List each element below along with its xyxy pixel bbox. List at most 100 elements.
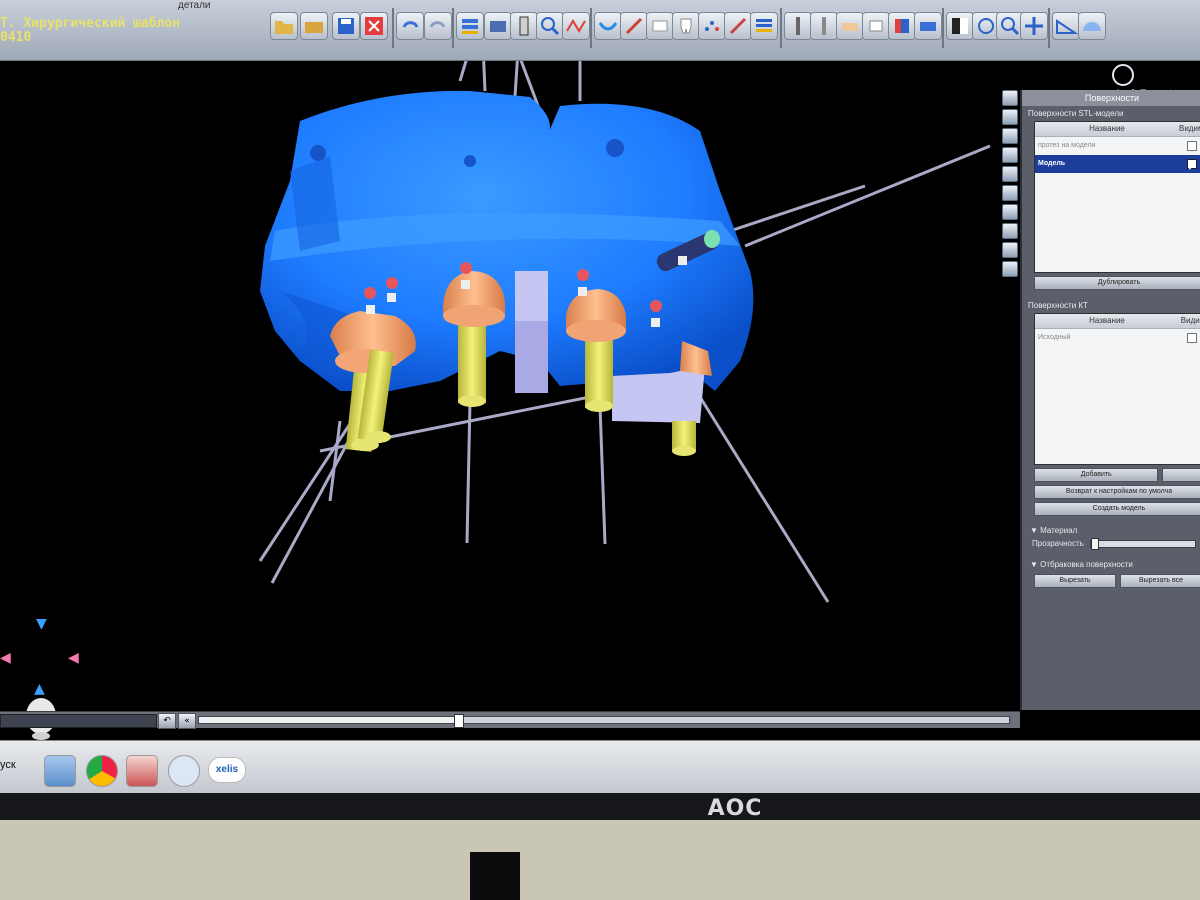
toolbar-separator — [942, 8, 944, 48]
stl-row-prosthesis[interactable]: протез на модели — [1035, 137, 1200, 155]
side-tool-5-icon[interactable] — [1002, 166, 1018, 182]
side-tool-4-icon[interactable] — [1002, 147, 1018, 163]
scene-svg — [258, 20, 991, 603]
stl-row-model[interactable]: Модель ✓ — [1035, 155, 1200, 173]
undo-view-icon[interactable]: ↶ — [158, 713, 176, 729]
remove-button[interactable] — [1162, 468, 1200, 482]
main-toolbar: детали Т. Хирургический шаблон 0410 — [0, 0, 1200, 102]
side-tool-7-icon[interactable] — [1002, 204, 1018, 220]
arrow-down-icon[interactable]: ▼ — [36, 616, 47, 632]
grid-view-icon[interactable] — [456, 12, 484, 40]
undo-icon[interactable] — [396, 12, 424, 40]
toolbar-separator — [392, 8, 394, 48]
redo-icon[interactable] — [424, 12, 452, 40]
timeline-slider[interactable] — [198, 714, 1010, 728]
power-icon[interactable] — [1112, 64, 1134, 86]
teeth-icon[interactable] — [646, 12, 674, 40]
timeline-bar: ↶ « — [0, 711, 1020, 729]
camera-icon[interactable] — [484, 12, 512, 40]
ct-row-source[interactable]: Исходный — [1035, 329, 1200, 347]
points-icon[interactable] — [698, 12, 726, 40]
arrow-left-icon[interactable]: ◀ — [0, 650, 11, 666]
implant-icon[interactable] — [784, 12, 812, 40]
create-model-button[interactable]: Создать модель — [1034, 502, 1200, 516]
3d-viewport[interactable]: ▼ ▲ ◀ ◀ — [0, 20, 1015, 740]
window-code: 0410 — [0, 30, 32, 45]
curve-icon[interactable] — [562, 12, 590, 40]
xelis-app-button[interactable]: xelis — [208, 757, 246, 783]
reset-defaults-button[interactable]: Возврат к настройкам по умолча — [1034, 485, 1200, 499]
side-tool-9-icon[interactable] — [1002, 242, 1018, 258]
surfaces-panel: Поверхности Поверхности STL-модели Назва… — [1020, 90, 1200, 710]
side-tool-1-icon[interactable] — [1002, 90, 1018, 106]
toolbar-top-text: детали — [178, 0, 211, 11]
arrow-up-icon[interactable]: ▲ — [34, 681, 45, 697]
brush-icon[interactable] — [724, 12, 752, 40]
arrow-right-icon[interactable]: ◀ — [68, 650, 79, 666]
print-icon[interactable] — [914, 12, 942, 40]
file-manager-icon[interactable] — [44, 755, 76, 787]
stl-section-label: Поверхности STL-модели — [1028, 109, 1124, 118]
toolbar-separator — [1048, 8, 1050, 48]
duplicate-button[interactable]: Дублировать — [1034, 276, 1200, 290]
cut-all-button[interactable]: Вырезать все — [1120, 574, 1200, 588]
dental-model-surface — [260, 90, 754, 391]
timeline-handle[interactable] — [454, 714, 465, 728]
side-tool-6-icon[interactable] — [1002, 185, 1018, 201]
cut-section-label[interactable]: ▼ Отбраковка поверхности — [1022, 550, 1200, 571]
ct-section-label: Поверхности КТ — [1028, 301, 1088, 310]
layers-icon[interactable] — [888, 12, 916, 40]
bridge-icon[interactable] — [836, 12, 864, 40]
measure-angle-icon[interactable] — [1052, 12, 1080, 40]
list-icon[interactable] — [750, 12, 778, 40]
wand-icon[interactable] — [620, 12, 648, 40]
view-select[interactable] — [0, 714, 157, 728]
side-tool-3-icon[interactable] — [1002, 128, 1018, 144]
cut-button[interactable]: Вырезать — [1034, 574, 1116, 588]
stl-list-header: Название Видимо — [1035, 122, 1200, 137]
chrome-icon[interactable] — [86, 755, 118, 787]
ct-surfaces-list: Название Видим Исходный — [1034, 313, 1200, 465]
contrast-icon[interactable] — [946, 12, 974, 40]
side-tool-strip — [1002, 90, 1018, 277]
ct-button-row: Добавить — [1034, 468, 1200, 482]
toolbar-separator — [590, 8, 592, 48]
open-folder-icon[interactable] — [270, 12, 298, 40]
window-title: Т. Хирургический шаблон — [0, 16, 181, 31]
save-icon[interactable] — [332, 12, 360, 40]
zoom-icon[interactable] — [536, 12, 564, 40]
arch-icon[interactable] — [594, 12, 622, 40]
visibility-checkbox[interactable] — [1187, 333, 1197, 343]
support-block-left-shade — [515, 321, 548, 393]
pin-icon[interactable] — [810, 12, 838, 40]
side-tool-8-icon[interactable] — [1002, 223, 1018, 239]
crown-icon[interactable] — [862, 12, 890, 40]
slider-handle[interactable] — [1090, 537, 1099, 550]
column-visible-header: Видим — [1180, 316, 1200, 325]
open-file-icon[interactable] — [300, 12, 328, 40]
rewind-icon[interactable]: « — [178, 713, 196, 729]
material-section-label[interactable]: ▼ Материал — [1022, 516, 1200, 537]
move-icon[interactable] — [1020, 12, 1048, 40]
column-name-header: Название — [1089, 124, 1125, 133]
visibility-checkbox-checked[interactable]: ✓ — [1187, 159, 1197, 172]
stl-surfaces-list: Название Видимо протез на модели Модель … — [1034, 121, 1200, 273]
column-visible-header: Видимо — [1179, 124, 1200, 133]
side-tool-10-icon[interactable] — [1002, 261, 1018, 277]
image-viewer-icon[interactable] — [126, 755, 158, 787]
protractor-icon[interactable] — [1078, 12, 1106, 40]
toolbar-separator — [780, 8, 782, 48]
row-label: Модель — [1038, 160, 1066, 167]
side-tool-2-icon[interactable] — [1002, 109, 1018, 125]
transparency-slider[interactable] — [1089, 537, 1196, 550]
close-icon[interactable] — [360, 12, 388, 40]
visibility-checkbox[interactable] — [1187, 141, 1197, 151]
tooth-icon[interactable] — [672, 12, 700, 40]
timeline-fill — [199, 717, 459, 723]
add-button[interactable]: Добавить — [1034, 468, 1159, 482]
swirl-app-icon[interactable] — [168, 755, 200, 787]
start-button[interactable]: уск — [0, 759, 16, 771]
transparency-label: Прозрачность — [1032, 539, 1084, 548]
monitor-stand — [470, 852, 520, 900]
ruler-icon[interactable] — [510, 12, 538, 40]
